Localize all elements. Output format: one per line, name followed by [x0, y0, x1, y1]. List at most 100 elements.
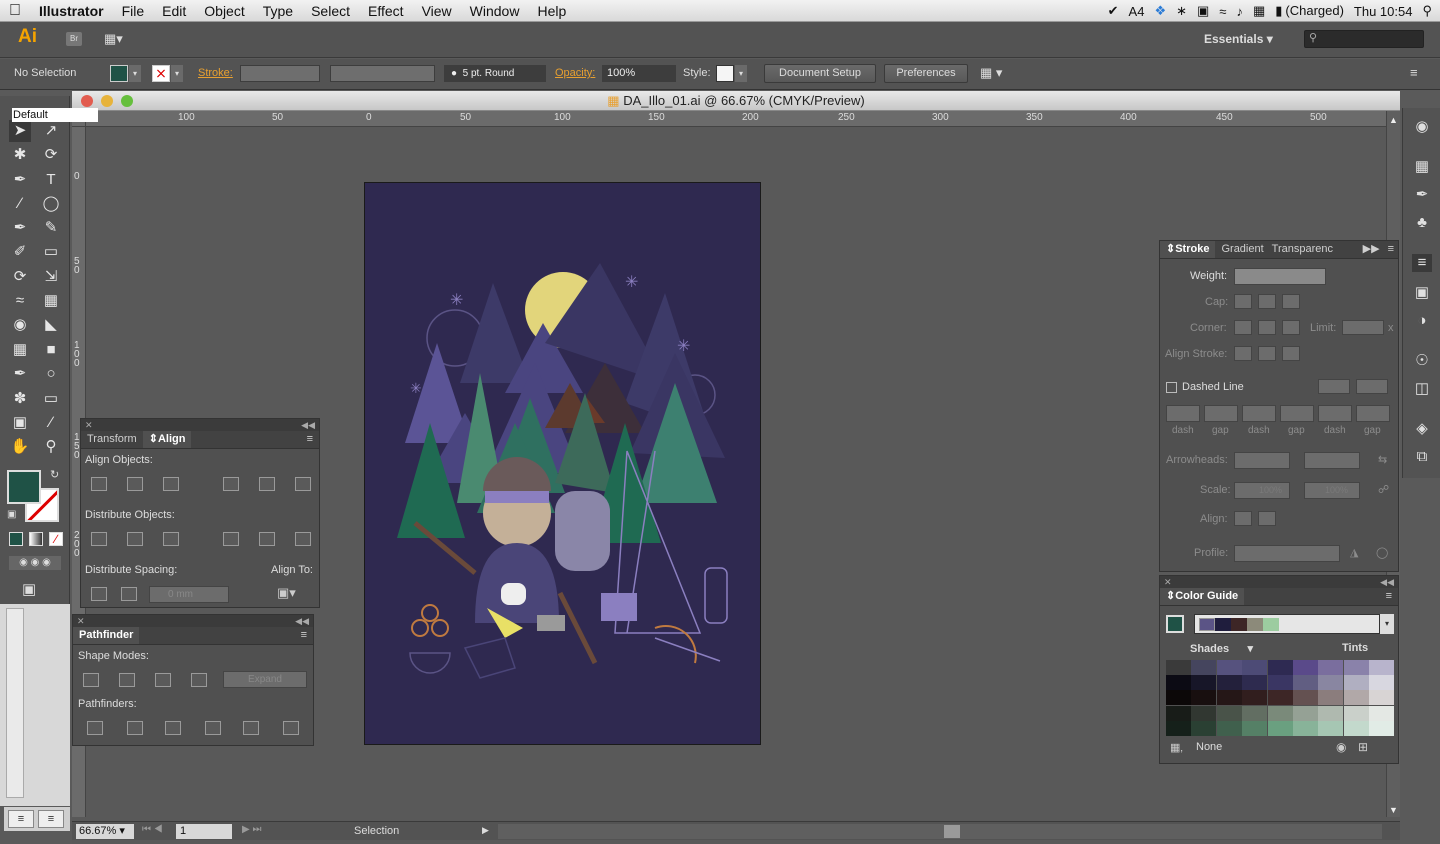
link-scale-icon[interactable]: ☍ — [1378, 483, 1389, 496]
close-panel-icon[interactable]: ✕ — [1164, 577, 1172, 587]
color-variation-swatch[interactable] — [1343, 690, 1369, 706]
stroke-weight-field[interactable] — [240, 65, 320, 82]
close-window-button[interactable] — [81, 95, 93, 107]
variable-width-field[interactable] — [330, 65, 435, 82]
close-panel-icon[interactable]: ✕ — [85, 420, 93, 430]
menu-edit[interactable]: Edit — [153, 0, 195, 22]
brushes-panel-icon[interactable]: ✒ — [1412, 186, 1432, 204]
blend-tool-icon[interactable]: ○ — [40, 363, 62, 385]
free-transform-tool-icon[interactable]: ▦ — [40, 290, 62, 312]
swap-colors-icon[interactable]: ↻ — [50, 468, 59, 481]
spotlight-icon[interactable]: ⚲ — [1422, 3, 1432, 19]
calendar-icon[interactable]: ▦ — [1253, 3, 1265, 19]
align-stroke-inside-button[interactable] — [1258, 346, 1276, 361]
trim-icon[interactable] — [127, 721, 143, 735]
color-variation-swatch[interactable] — [1242, 675, 1268, 691]
harmony-swatch[interactable] — [1247, 618, 1263, 631]
detail-view-icon[interactable]: ≡ — [38, 810, 64, 828]
panel-menu-icon[interactable]: ≡ — [1388, 241, 1394, 258]
next-artboard-button[interactable]: ▶ ⏭ — [242, 824, 261, 835]
color-variation-swatch[interactable] — [1343, 660, 1369, 675]
app-menu[interactable]: Illustrator — [30, 0, 113, 22]
width-tool-icon[interactable]: ≈ — [9, 290, 31, 312]
weight-field[interactable] — [1234, 268, 1326, 285]
horizontal-scrollbar[interactable] — [498, 824, 1382, 839]
opacity-field[interactable]: 100% — [602, 65, 676, 82]
color-variation-swatch[interactable] — [1293, 675, 1318, 691]
color-mode-icon[interactable] — [9, 532, 23, 546]
collapse-panel-icon[interactable]: ◀◀ — [1380, 576, 1394, 588]
color-variation-swatch[interactable] — [1318, 720, 1344, 736]
dash-align-corners-button[interactable] — [1318, 379, 1350, 394]
color-variation-swatch[interactable] — [1216, 690, 1242, 706]
color-variation-swatch[interactable] — [1191, 675, 1217, 691]
minimize-window-button[interactable] — [101, 95, 113, 107]
gap-field-1[interactable] — [1204, 405, 1238, 422]
selection-tool-icon[interactable]: ➤ — [9, 120, 31, 142]
checkmark-icon[interactable]: ✔ — [1108, 3, 1119, 19]
color-variation-swatch[interactable] — [1293, 705, 1318, 721]
tab-transparency[interactable]: Transparenc — [1270, 241, 1335, 258]
color-variation-swatch[interactable] — [1191, 705, 1217, 721]
color-variation-swatch[interactable] — [1242, 720, 1268, 736]
unite-icon[interactable] — [83, 673, 99, 687]
tab-transform[interactable]: Transform — [81, 431, 143, 448]
graphic-styles-panel-icon[interactable]: ◫ — [1412, 380, 1432, 398]
bridge-button[interactable]: Br — [66, 32, 82, 46]
menu-help[interactable]: Help — [528, 0, 575, 22]
minus-back-icon[interactable] — [283, 721, 299, 735]
color-variation-swatch[interactable] — [1369, 720, 1395, 736]
color-variation-swatch[interactable] — [1267, 660, 1293, 675]
gradient-mode-icon[interactable] — [29, 532, 43, 546]
horizontal-align-left-icon[interactable] — [91, 477, 107, 491]
bevel-join-button[interactable] — [1282, 320, 1300, 335]
wifi-icon[interactable]: ≈ — [1219, 4, 1226, 19]
harmony-colors-bar[interactable] — [1194, 614, 1380, 634]
pencil-tool-icon[interactable]: ✎ — [40, 217, 62, 239]
tab-stroke[interactable]: ⇕Stroke — [1160, 241, 1216, 258]
style-swatch[interactable] — [716, 65, 734, 82]
save-group-icon[interactable]: ⊞ — [1358, 740, 1368, 754]
color-variation-swatch[interactable] — [1267, 690, 1293, 706]
distribute-bottom-icon[interactable] — [163, 532, 179, 546]
clock[interactable]: Thu 10:54 — [1354, 4, 1413, 19]
round-join-button[interactable] — [1258, 320, 1276, 335]
artboard[interactable]: ✳ ✳ ✳ ✳ — [364, 182, 761, 745]
dashed-line-checkbox[interactable] — [1166, 382, 1177, 393]
expand-button[interactable]: Expand — [223, 671, 307, 688]
gap-field-3[interactable] — [1356, 405, 1390, 422]
vertical-distribute-space-icon[interactable] — [91, 587, 107, 601]
fill-color-box[interactable] — [7, 470, 41, 504]
default-colors-icon[interactable]: ▣ — [7, 509, 16, 520]
column-graph-tool-icon[interactable]: ▭ — [40, 388, 62, 410]
perspective-grid-tool-icon[interactable]: ◣ — [40, 314, 62, 336]
color-variation-swatch[interactable] — [1293, 690, 1318, 706]
color-panel-icon[interactable]: ◉ — [1412, 118, 1432, 136]
lasso-tool-icon[interactable]: ⟳ — [40, 144, 62, 166]
artboard-tool-icon[interactable]: ▣ — [9, 412, 31, 434]
zoom-field[interactable]: 66.67% ▾ — [76, 824, 134, 839]
dash-field-2[interactable] — [1242, 405, 1276, 422]
fill-dropdown[interactable]: ▾ — [129, 65, 141, 82]
preferences-button[interactable]: Preferences — [884, 64, 968, 83]
miter-join-button[interactable] — [1234, 320, 1252, 335]
vertical-align-bottom-icon[interactable] — [295, 477, 311, 491]
drawing-mode-icon[interactable]: ◉ ◉ ◉ — [9, 556, 61, 570]
status-menu-arrow-icon[interactable]: ▶ — [482, 825, 489, 836]
color-variation-swatch[interactable] — [1242, 690, 1268, 706]
minus-front-icon[interactable] — [119, 673, 135, 687]
align-to-selector-icon[interactable]: ▣▾ — [277, 585, 296, 601]
flip-across-icon[interactable]: ◯ — [1376, 546, 1388, 559]
eyedropper-tool-icon[interactable]: ✒ — [9, 363, 31, 385]
color-variation-swatch[interactable] — [1369, 705, 1395, 721]
magic-wand-tool-icon[interactable]: ✱ — [9, 144, 31, 166]
end-scale-field[interactable]: 100% — [1304, 482, 1360, 499]
profile-select[interactable] — [1234, 545, 1340, 562]
eraser-tool-icon[interactable]: ▭ — [40, 241, 62, 263]
swatches-panel-icon[interactable]: ▦ — [1412, 158, 1432, 176]
color-variation-swatch[interactable] — [1293, 720, 1318, 736]
arrange-icon[interactable]: ▦ ▾ — [980, 65, 1002, 81]
dash-field-3[interactable] — [1318, 405, 1352, 422]
symbol-sprayer-tool-icon[interactable]: ✽ — [9, 388, 31, 410]
color-variation-swatch[interactable] — [1318, 660, 1344, 675]
